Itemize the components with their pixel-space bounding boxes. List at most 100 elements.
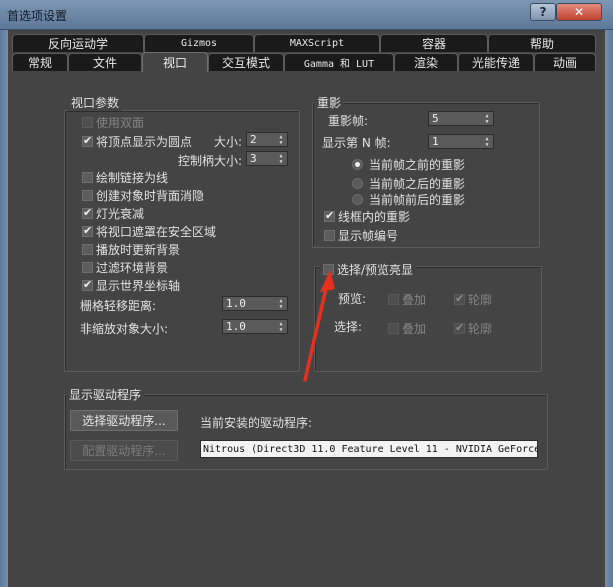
tab-maxscript[interactable]: MAXScript [254, 34, 380, 52]
selection-highlight-option[interactable]: 选择/预览亮显 [320, 261, 417, 278]
tab-animation[interactable]: 动画 [534, 53, 596, 71]
ghost-after-option[interactable]: 当前帧之后的重影 [352, 175, 465, 192]
preview-fill-checkbox[interactable] [388, 294, 399, 305]
ghost-before-after-radio[interactable] [352, 194, 363, 205]
dot-size-label: 大小: [214, 135, 243, 149]
ghosting-title: 重影 [314, 94, 345, 111]
selection-highlight-checkbox[interactable] [323, 264, 334, 275]
ghost-before-after-option[interactable]: 当前帧前后的重影 [352, 191, 465, 208]
mask-safe-region-label: 将视口遮罩在安全区域 [96, 225, 217, 239]
selection-outline-label: 轮廓 [468, 322, 493, 336]
nonscaling-size-spinner[interactable]: 1.0 ▲ ▼ [222, 319, 288, 334]
show-frame-numbers-option[interactable]: 显示帧编号 [324, 227, 398, 244]
use-double-sided-option[interactable]: 使用双面 [82, 114, 144, 131]
spinner-arrows-icon[interactable]: ▲ ▼ [277, 133, 285, 146]
preview-outline-option[interactable]: 轮廓 [454, 291, 492, 308]
grid-nudge-spinner[interactable]: 1.0 ▲ ▼ [222, 296, 288, 311]
draw-links-checkbox[interactable] [82, 172, 93, 183]
current-driver-label: 当前安装的驱动程序: [200, 416, 313, 430]
ghost-before-radio[interactable] [352, 159, 363, 170]
configure-driver-button[interactable]: 配置驱动程序... [70, 440, 178, 461]
world-axis-option[interactable]: 显示世界坐标轴 [82, 277, 180, 294]
spinner-arrows-icon[interactable]: ▲ ▼ [483, 135, 491, 148]
vertices-as-dots-label: 将顶点显示为圆点 [96, 135, 193, 149]
spinner-arrows-icon[interactable]: ▲ ▼ [483, 112, 491, 125]
nonscaling-size-label: 非缩放对象大小: [80, 322, 169, 336]
tab-radiosity[interactable]: 光能传递 [458, 53, 534, 71]
selection-fill-option[interactable]: 叠加 [388, 320, 426, 337]
viewport-params-title: 视口参数 [68, 94, 123, 111]
backface-cull-label: 创建对象时背面消隐 [96, 189, 205, 203]
nth-frame-label: 显示第 N 帧: [322, 136, 391, 150]
tab-gamma-lut[interactable]: Gamma 和 LUT [284, 53, 394, 71]
ghost-frames-value: 5 [432, 112, 439, 125]
show-frame-numbers-checkbox[interactable] [324, 230, 335, 241]
handle-size-label: 控制柄大小: [178, 154, 243, 168]
ghost-wireframe-checkbox[interactable] [324, 209, 335, 222]
tab-ik[interactable]: 反向运动学 [12, 34, 144, 52]
tab-help[interactable]: 帮助 [488, 34, 596, 52]
nth-frame-spinner[interactable]: 1 ▲ ▼ [428, 134, 494, 149]
preview-fill-option[interactable]: 叠加 [388, 291, 426, 308]
dot-size-value: 2 [250, 133, 257, 146]
tab-gizmos[interactable]: Gizmos [144, 34, 254, 52]
preview-label: 预览: [338, 292, 367, 306]
ghost-before-option[interactable]: 当前帧之前的重影 [352, 156, 465, 173]
window-title: 首选项设置 [7, 9, 68, 23]
title-bar[interactable]: 首选项设置 ? ✕ [0, 0, 613, 30]
display-driver-title: 显示驱动程序 [66, 386, 145, 403]
grid-nudge-label: 栅格轻移距离: [80, 299, 157, 313]
tab-interaction-mode[interactable]: 交互模式 [208, 53, 284, 71]
close-button[interactable]: ✕ [556, 3, 602, 21]
selection-fill-label: 叠加 [402, 322, 427, 336]
handle-size-spinner[interactable]: 3 ▲ ▼ [246, 151, 288, 166]
attenuate-lights-label: 灯光衰减 [96, 207, 145, 221]
nth-frame-value: 1 [432, 135, 439, 148]
use-double-sided-label: 使用双面 [96, 116, 145, 130]
use-double-sided-checkbox[interactable] [82, 117, 93, 128]
backface-cull-option[interactable]: 创建对象时背面消隐 [82, 187, 204, 204]
mask-safe-region-option[interactable]: 将视口遮罩在安全区域 [82, 223, 216, 240]
world-axis-checkbox[interactable] [82, 278, 93, 291]
preview-outline-checkbox[interactable] [454, 292, 465, 305]
attenuate-lights-option[interactable]: 灯光衰减 [82, 205, 144, 222]
tab-viewports[interactable]: 视口 [142, 52, 208, 72]
vertices-as-dots-option[interactable]: 将顶点显示为圆点 [82, 133, 192, 150]
tab-containers[interactable]: 容器 [380, 34, 488, 52]
show-frame-numbers-label: 显示帧编号 [338, 229, 399, 243]
attenuate-lights-checkbox[interactable] [82, 206, 93, 219]
filter-env-bg-checkbox[interactable] [82, 262, 93, 273]
mask-safe-region-checkbox[interactable] [82, 224, 93, 237]
choose-driver-button[interactable]: 选择驱动程序... [70, 410, 178, 431]
help-button[interactable]: ? [530, 3, 556, 21]
filter-env-bg-option[interactable]: 过滤环境背景 [82, 259, 168, 276]
vertices-as-dots-checkbox[interactable] [82, 134, 93, 147]
selection-outline-checkbox[interactable] [454, 321, 465, 334]
draw-links-option[interactable]: 绘制链接为线 [82, 169, 168, 186]
selection-highlight-label: 选择/预览亮显 [337, 263, 414, 277]
current-driver-field[interactable]: Nitrous (Direct3D 11.0 Feature Level 11 … [200, 440, 538, 458]
ghost-frames-label: 重影帧: [328, 114, 369, 128]
selection-label: 选择: [334, 320, 363, 334]
selection-outline-option[interactable]: 轮廓 [454, 320, 492, 337]
draw-links-label: 绘制链接为线 [96, 171, 169, 185]
spinner-arrows-icon[interactable]: ▲ ▼ [277, 152, 285, 165]
spinner-arrows-icon[interactable]: ▲ ▼ [277, 320, 285, 333]
tab-files[interactable]: 文件 [68, 53, 142, 71]
backface-cull-checkbox[interactable] [82, 190, 93, 201]
ghost-before-label: 当前帧之前的重影 [369, 158, 466, 172]
tab-rendering[interactable]: 渲染 [394, 53, 458, 71]
dialog-client: 反向运动学 Gizmos MAXScript 容器 帮助 常规 文件 视口 交互… [8, 30, 605, 587]
tab-general[interactable]: 常规 [12, 53, 68, 71]
handle-size-value: 3 [250, 152, 257, 165]
ghost-wireframe-option[interactable]: 线框内的重影 [324, 208, 410, 225]
selection-fill-checkbox[interactable] [388, 323, 399, 334]
dot-size-spinner[interactable]: 2 ▲ ▼ [246, 132, 288, 147]
update-bg-option[interactable]: 播放时更新背景 [82, 241, 180, 258]
spinner-arrows-icon[interactable]: ▲ ▼ [277, 297, 285, 310]
ghost-after-radio[interactable] [352, 178, 363, 189]
update-bg-label: 播放时更新背景 [96, 243, 181, 257]
ghost-wireframe-label: 线框内的重影 [338, 210, 411, 224]
update-bg-checkbox[interactable] [82, 244, 93, 255]
ghost-frames-spinner[interactable]: 5 ▲ ▼ [428, 111, 494, 126]
